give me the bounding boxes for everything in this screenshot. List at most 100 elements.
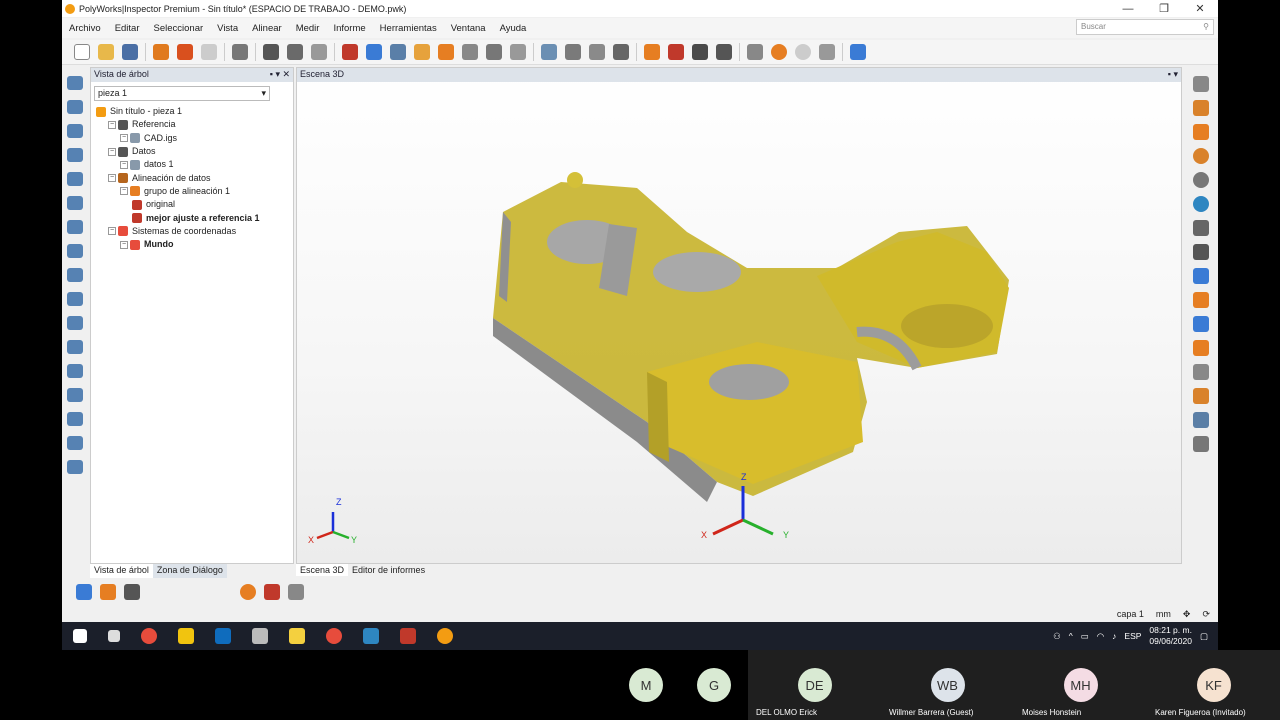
clipboard-icon[interactable] bbox=[263, 44, 279, 60]
tree-node[interactable]: − Datos bbox=[94, 145, 293, 158]
tree-node[interactable]: − Referencia bbox=[94, 118, 293, 131]
angle-tool-icon[interactable] bbox=[67, 460, 83, 474]
undo-icon[interactable] bbox=[153, 44, 169, 60]
sphere-tool-icon[interactable] bbox=[67, 364, 83, 378]
align-tool-icon[interactable] bbox=[264, 584, 280, 600]
menu-editar[interactable]: Editar bbox=[108, 23, 147, 34]
chart-icon[interactable] bbox=[850, 44, 866, 60]
compare-icon[interactable] bbox=[390, 44, 406, 60]
cube-icon[interactable] bbox=[366, 44, 382, 60]
spreadsheet-icon[interactable] bbox=[692, 44, 708, 60]
unit-status[interactable]: mm bbox=[1156, 609, 1171, 619]
menu-archivo[interactable]: Archivo bbox=[62, 23, 108, 34]
play-icon[interactable] bbox=[771, 44, 787, 60]
rectangle-tool-icon[interactable] bbox=[67, 244, 83, 258]
expand-toggle-icon[interactable]: − bbox=[120, 160, 128, 169]
volume-icon[interactable]: ♪ bbox=[1112, 631, 1116, 641]
task-view-icon[interactable] bbox=[108, 630, 120, 642]
zoom-icon[interactable] bbox=[486, 44, 502, 60]
camera-icon[interactable] bbox=[716, 44, 732, 60]
new-file-icon[interactable] bbox=[74, 44, 90, 60]
wifi-icon[interactable]: ◠ bbox=[1097, 631, 1104, 642]
tray-chevron-icon[interactable]: ^ bbox=[1069, 631, 1073, 641]
view-light-icon[interactable] bbox=[1193, 124, 1209, 140]
open-folder-icon[interactable] bbox=[98, 44, 114, 60]
surface-tool-icon[interactable] bbox=[67, 388, 83, 402]
view-fit-icon[interactable] bbox=[1193, 76, 1209, 92]
section-view-icon[interactable] bbox=[1193, 412, 1209, 428]
scene-3d[interactable]: Escena 3D ▪ ▾ Z X Y Z X Y bbox=[296, 67, 1182, 564]
section-icon[interactable] bbox=[462, 44, 478, 60]
sticky-notes-icon[interactable] bbox=[289, 628, 305, 644]
record-icon[interactable] bbox=[1193, 436, 1209, 452]
menu-herramientas[interactable]: Herramientas bbox=[373, 23, 444, 34]
undo-history-icon[interactable] bbox=[177, 44, 193, 60]
dimension-tool-icon[interactable] bbox=[67, 436, 83, 450]
settings-icon[interactable] bbox=[232, 44, 248, 60]
participant-tile[interactable]: MH Moises Honstein bbox=[1014, 650, 1147, 720]
cylinder-tool-icon[interactable] bbox=[67, 316, 83, 330]
refresh-icon[interactable]: ⟳ bbox=[1202, 609, 1210, 620]
minimize-button[interactable]: — bbox=[1110, 0, 1146, 17]
expand-toggle-icon[interactable]: − bbox=[120, 187, 128, 196]
tab-dialog-zone[interactable]: Zona de Diálogo bbox=[152, 564, 227, 578]
macro-icon[interactable] bbox=[747, 44, 763, 60]
tree-node[interactable]: − CAD.igs bbox=[94, 132, 293, 145]
data-tool-icon[interactable] bbox=[76, 584, 92, 600]
participant-tile[interactable]: DE DEL OLMO Erick bbox=[748, 650, 881, 720]
panel-pin-close-icon[interactable]: ▪ ▾ ✕ bbox=[270, 69, 290, 81]
language-indicator[interactable]: ESP bbox=[1124, 631, 1141, 641]
cube-view-icon[interactable] bbox=[1193, 220, 1209, 236]
text-icon[interactable] bbox=[613, 44, 629, 60]
probe-icon[interactable] bbox=[287, 44, 303, 60]
stop-icon[interactable] bbox=[795, 44, 811, 60]
tab-tree-view[interactable]: Vista de árbol bbox=[90, 564, 153, 578]
arc-tool-icon[interactable] bbox=[67, 196, 83, 210]
scene-viewport[interactable]: Z X Y Z X Y bbox=[297, 82, 1181, 562]
menu-informe[interactable]: Informe bbox=[326, 23, 372, 34]
save-icon[interactable] bbox=[122, 44, 138, 60]
clock[interactable]: 08:21 p. m. 09/06/2020 bbox=[1149, 625, 1192, 647]
participant-tile[interactable]: M bbox=[612, 650, 680, 720]
probe-tool-icon[interactable] bbox=[1193, 316, 1209, 332]
expand-toggle-icon[interactable]: − bbox=[108, 227, 116, 236]
measure-icon[interactable] bbox=[438, 44, 454, 60]
circle-tool-icon[interactable] bbox=[67, 172, 83, 186]
zoom-in-icon[interactable] bbox=[1193, 148, 1209, 164]
battery-icon[interactable]: ▭ bbox=[1081, 631, 1089, 642]
participant-tile[interactable]: WB Willmer Barrera (Guest) bbox=[881, 650, 1014, 720]
expand-toggle-icon[interactable]: − bbox=[120, 134, 128, 143]
menu-seleccionar[interactable]: Seleccionar bbox=[147, 23, 211, 34]
tree-node[interactable]: − grupo de alineación 1 bbox=[94, 185, 293, 198]
report-icon[interactable] bbox=[644, 44, 660, 60]
redo-icon[interactable] bbox=[201, 44, 217, 60]
line-tool-icon[interactable] bbox=[67, 124, 83, 138]
filter-icon[interactable] bbox=[819, 44, 835, 60]
eye-icon[interactable] bbox=[1193, 196, 1209, 212]
menu-vista[interactable]: Vista bbox=[210, 23, 245, 34]
clear-tool-icon[interactable] bbox=[124, 584, 140, 600]
layer-status[interactable]: capa 1 bbox=[1117, 609, 1144, 619]
chrome-icon[interactable] bbox=[141, 628, 157, 644]
expand-toggle-icon[interactable]: − bbox=[108, 174, 116, 183]
expand-toggle-icon[interactable]: − bbox=[120, 240, 128, 249]
align-icon[interactable] bbox=[342, 44, 358, 60]
color-map-icon[interactable] bbox=[1193, 268, 1209, 284]
menu-ayuda[interactable]: Ayuda bbox=[493, 23, 534, 34]
polygon-tool-icon[interactable] bbox=[67, 268, 83, 282]
notification-icon[interactable]: ▢ bbox=[1200, 631, 1208, 642]
report-clip-icon[interactable] bbox=[1193, 388, 1209, 404]
cone-tool-icon[interactable] bbox=[67, 340, 83, 354]
tree-node[interactable]: − Alineación de datos bbox=[94, 171, 293, 184]
gauge-icon[interactable] bbox=[541, 44, 557, 60]
table-grid-icon[interactable] bbox=[510, 44, 526, 60]
polyworks-icon[interactable] bbox=[326, 628, 342, 644]
slot-tool-icon[interactable] bbox=[67, 220, 83, 234]
caliper-icon[interactable] bbox=[565, 44, 581, 60]
photos-icon[interactable] bbox=[363, 628, 379, 644]
tree-node[interactable]: mejor ajuste a referencia 1 bbox=[94, 211, 293, 224]
menu-medir[interactable]: Medir bbox=[289, 23, 327, 34]
deviation-icon[interactable] bbox=[1193, 292, 1209, 308]
digits-icon[interactable] bbox=[311, 44, 327, 60]
file-explorer-icon[interactable] bbox=[178, 628, 194, 644]
